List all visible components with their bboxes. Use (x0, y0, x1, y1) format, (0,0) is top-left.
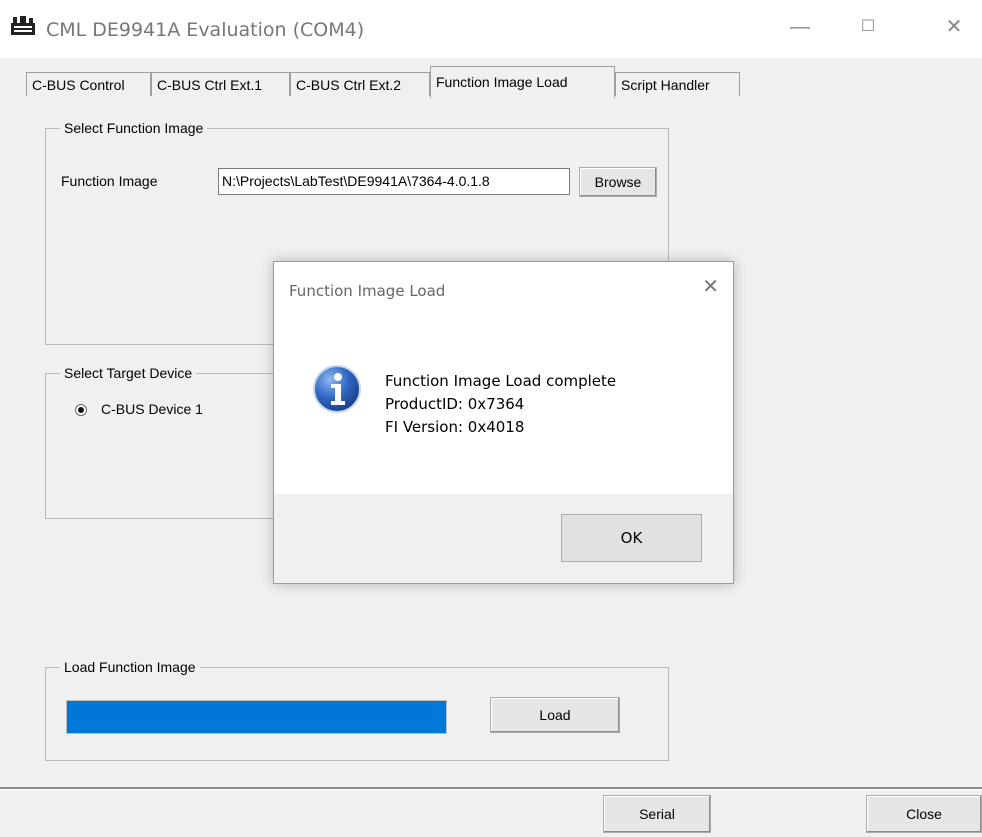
close-window-button[interactable]: ✕ (934, 12, 974, 42)
dialog-message: Function Image Load complete ProductID: … (385, 370, 616, 439)
close-icon: ✕ (945, 16, 963, 38)
footer-divider-highlight (0, 789, 982, 790)
group-label: Select Target Device (60, 364, 197, 382)
browse-button[interactable]: Browse (579, 167, 657, 197)
tab-script-handler[interactable]: Script Handler (615, 72, 740, 96)
group-label: Select Function Image (60, 119, 208, 137)
tab-cbus-control[interactable]: C-BUS Control (26, 72, 151, 96)
function-image-label: Function Image (61, 173, 158, 189)
tab-label: C-BUS Control (32, 77, 125, 93)
cbus-device-1-label: C-BUS Device 1 (101, 401, 203, 417)
message-line-2: ProductID: 0x7364 (385, 395, 525, 413)
message-line-3: FI Version: 0x4018 (385, 418, 525, 436)
progress-fill (67, 701, 446, 733)
minimize-icon: — (790, 16, 810, 38)
tab-cbus-ctrl-ext2[interactable]: C-BUS Ctrl Ext.2 (290, 72, 430, 96)
load-button[interactable]: Load (490, 697, 620, 733)
tab-label: Function Image Load (436, 74, 568, 90)
close-button[interactable]: Close (866, 795, 982, 833)
message-line-1: Function Image Load complete (385, 372, 617, 390)
function-image-load-dialog: Function Image Load ✕ Function Image Loa… (273, 261, 734, 584)
info-icon (313, 365, 361, 413)
app-icon (11, 16, 35, 35)
group-label: Load Function Image (60, 658, 200, 676)
window-title: CML DE9941A Evaluation (COM4) (46, 19, 365, 41)
function-image-path-field[interactable]: N:\Projects\LabTest\DE9941A\7364-4.0.1.8 (218, 168, 570, 195)
dialog-title: Function Image Load (289, 282, 446, 300)
dialog-body: Function Image Load complete ProductID: … (274, 322, 733, 494)
dialog-footer: OK (274, 494, 733, 583)
ok-button[interactable]: OK (561, 514, 702, 562)
title-bar: CML DE9941A Evaluation (COM4) — ☐ ✕ (0, 0, 982, 58)
tab-label: C-BUS Ctrl Ext.1 (157, 77, 263, 93)
minimize-button[interactable]: — (780, 12, 820, 42)
tab-label: Script Handler (621, 77, 710, 93)
tab-label: C-BUS Ctrl Ext.2 (296, 77, 402, 93)
tab-cbus-ctrl-ext1[interactable]: C-BUS Ctrl Ext.1 (151, 72, 290, 96)
cbus-device-1-radio[interactable] (75, 404, 87, 416)
maximize-icon: ☐ (860, 18, 876, 35)
dialog-close-button[interactable]: ✕ (702, 274, 719, 298)
tab-function-image-load[interactable]: Function Image Load (430, 66, 615, 98)
maximize-button[interactable]: ☐ (848, 12, 888, 42)
serial-button[interactable]: Serial (603, 795, 711, 833)
load-progress-bar (66, 700, 447, 734)
